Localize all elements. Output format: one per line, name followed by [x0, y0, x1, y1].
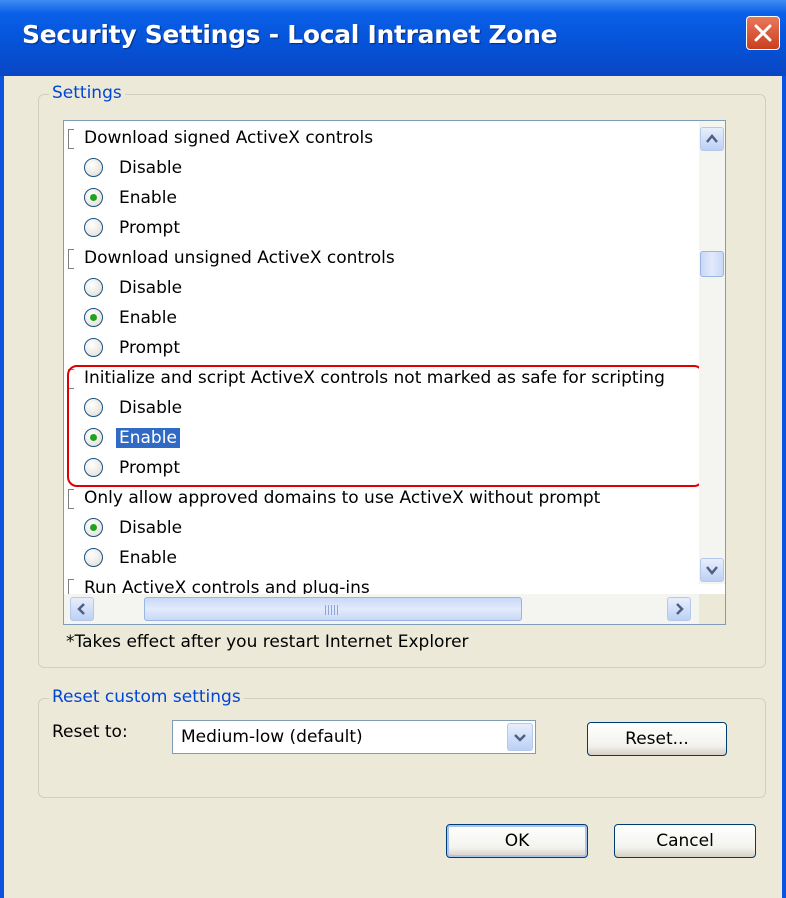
- ok-button[interactable]: OK: [446, 824, 588, 858]
- radio-option-label[interactable]: Disable: [116, 278, 185, 298]
- window-title: Security Settings - Local Intranet Zone: [22, 20, 558, 49]
- setting-heading-text: Download unsigned ActiveX controls: [84, 248, 395, 268]
- scrollbar-corner: [699, 594, 725, 624]
- radio-unchecked-icon[interactable]: [84, 218, 103, 237]
- radio-unchecked-icon[interactable]: [84, 398, 103, 417]
- vertical-scroll-thumb[interactable]: [700, 251, 724, 277]
- reset-level-select[interactable]: Medium-low (default): [172, 720, 536, 754]
- reset-legend: Reset custom settings: [49, 687, 244, 707]
- horizontal-scroll-thumb[interactable]: [144, 597, 522, 621]
- scroll-up-button[interactable]: [700, 127, 724, 151]
- radio-option-label[interactable]: Enable: [116, 188, 180, 208]
- radio-unchecked-icon[interactable]: [84, 278, 103, 297]
- arrow-down-icon: [706, 566, 718, 575]
- radio-checked-icon[interactable]: [84, 428, 103, 447]
- radio-option-label[interactable]: Enable: [116, 428, 180, 448]
- reset-button[interactable]: Reset...: [587, 722, 727, 756]
- setting-heading-text: Only allow approved domains to use Activ…: [84, 488, 601, 508]
- radio-checked-icon[interactable]: [84, 308, 103, 327]
- radio-option-label[interactable]: Disable: [116, 158, 185, 178]
- radio-option-label[interactable]: Enable: [116, 308, 180, 328]
- arrow-left-icon: [77, 603, 85, 615]
- radio-option-label[interactable]: Prompt: [116, 338, 183, 358]
- restart-note: *Takes effect after you restart Internet…: [66, 632, 469, 652]
- radio-option-label[interactable]: Prompt: [116, 218, 183, 238]
- arrow-up-icon: [706, 134, 718, 143]
- radio-option-label[interactable]: Disable: [116, 518, 185, 538]
- radio-unchecked-icon[interactable]: [84, 458, 103, 477]
- scroll-down-button[interactable]: [700, 558, 724, 582]
- title-bar[interactable]: Security Settings - Local Intranet Zone: [0, 0, 786, 76]
- chevron-down-icon: [514, 734, 526, 742]
- settings-legend: Settings: [49, 83, 125, 103]
- dropdown-button[interactable]: [507, 723, 533, 751]
- horizontal-scrollbar[interactable]: [64, 594, 699, 624]
- radio-checked-icon[interactable]: [84, 188, 103, 207]
- close-icon: [754, 24, 772, 42]
- radio-unchecked-icon[interactable]: [84, 158, 103, 177]
- vertical-scrollbar[interactable]: [699, 121, 725, 584]
- setting-bracket-icon: [68, 129, 74, 149]
- radio-option-label[interactable]: Disable: [116, 398, 185, 418]
- radio-option-label[interactable]: Enable: [116, 548, 180, 568]
- radio-checked-icon[interactable]: [84, 518, 103, 537]
- reset-level-value: Medium-low (default): [181, 727, 363, 747]
- radio-unchecked-icon[interactable]: [84, 338, 103, 357]
- setting-bracket-icon: [68, 249, 74, 269]
- grip-icon: [325, 605, 339, 615]
- scroll-left-button[interactable]: [70, 597, 94, 621]
- cancel-button[interactable]: Cancel: [614, 824, 756, 858]
- arrow-right-icon: [676, 603, 684, 615]
- radio-option-label[interactable]: Prompt: [116, 458, 183, 478]
- reset-to-label: Reset to:: [52, 722, 128, 742]
- settings-list[interactable]: Download signed ActiveX controls Disable E…: [63, 120, 726, 625]
- close-button[interactable]: [746, 16, 780, 50]
- setting-heading-text: Initialize and script ActiveX controls n…: [84, 368, 665, 388]
- setting-heading-text: Download signed ActiveX controls: [84, 128, 374, 148]
- scroll-right-button[interactable]: [667, 597, 691, 621]
- radio-unchecked-icon[interactable]: [84, 548, 103, 567]
- setting-bracket-icon: [68, 489, 74, 509]
- setting-bracket-icon: [68, 369, 74, 389]
